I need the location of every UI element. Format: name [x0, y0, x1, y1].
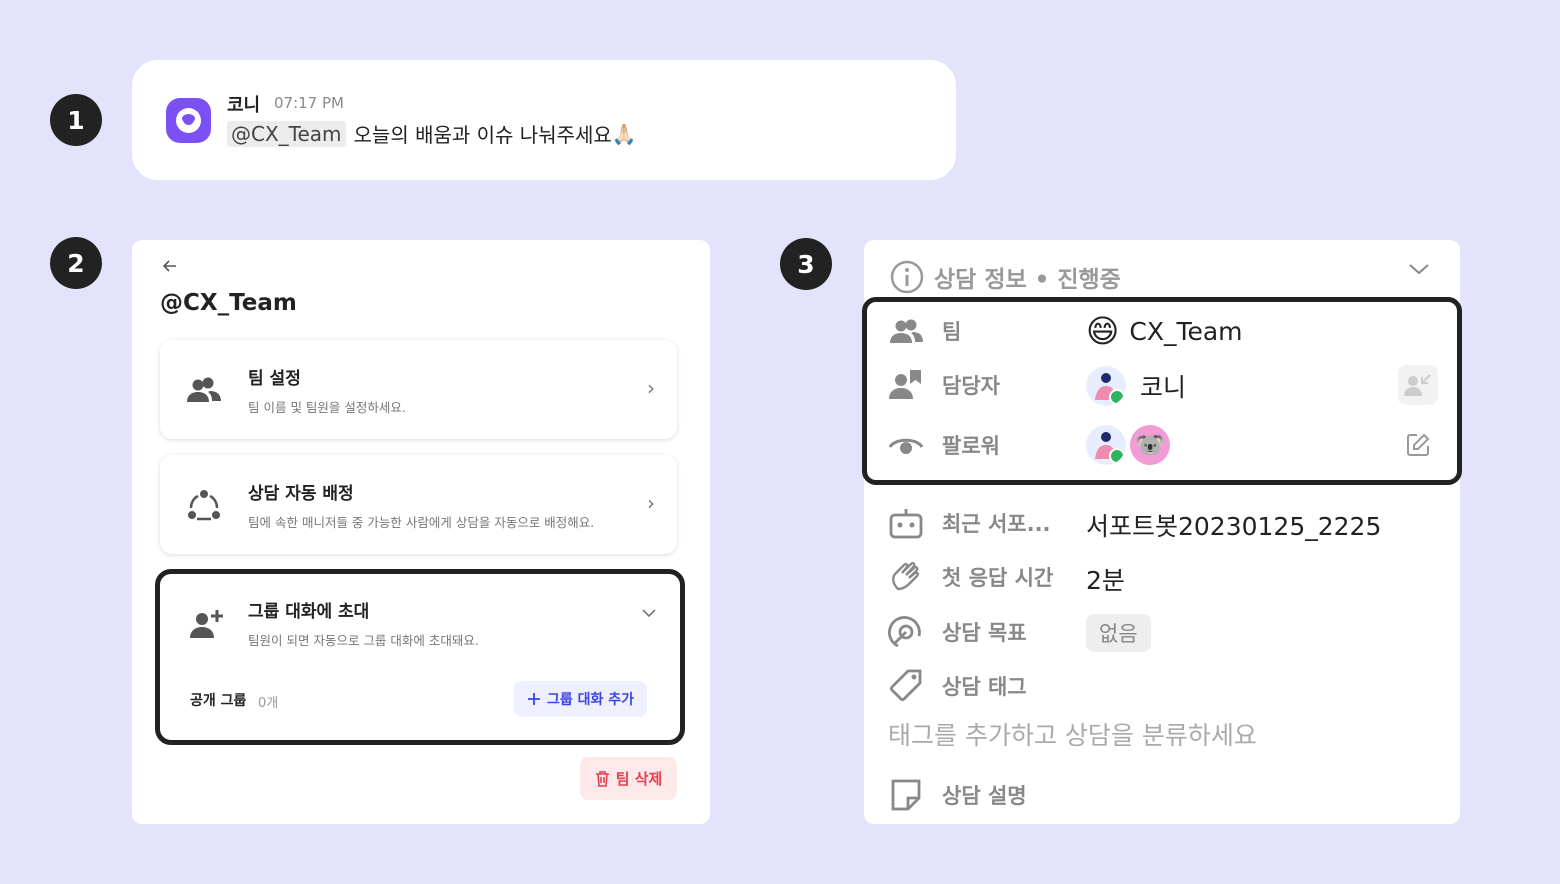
follower-label: 팔로워 [942, 434, 1000, 458]
team-mention[interactable]: @CX_Team [227, 120, 346, 147]
step-1-marker: 1 [50, 94, 102, 146]
description-row: 상담 설명 [888, 777, 1027, 813]
message-time: 07:17 PM [274, 94, 344, 112]
card-subtitle: 팀원이 되면 자동으로 그룹 대화에 초대돼요. [248, 633, 479, 648]
tag-hint[interactable]: 태그를 추가하고 상담을 분류하세요 [888, 716, 1257, 752]
delete-team-button[interactable]: 팀 삭제 [580, 757, 677, 800]
follower-koala-avatar: 🐨 [1130, 425, 1170, 465]
card-title: 팀 설정 [248, 369, 301, 389]
step-3-marker: 3 [780, 238, 832, 290]
people-icon [187, 377, 221, 402]
wave-hand-icon [892, 562, 919, 591]
team-settings-card[interactable]: 팀 설정 팀 이름 및 팀원을 설정하세요. › [160, 340, 677, 439]
message-body: @CX_Team 오늘의 배움과 이슈 나눠주세요 🙏🏻 [227, 119, 637, 148]
trash-icon [595, 771, 609, 787]
edit-icon [1407, 433, 1430, 456]
plus-icon [527, 693, 540, 705]
add-group-label: 그룹 대화 추가 [546, 692, 635, 708]
group-invite-card[interactable]: 그룹 대화에 초대 팀원이 되면 자동으로 그룹 대화에 초대돼요. 공개 그룹… [155, 569, 685, 745]
first-response-label: 첫 응답 시간 [942, 566, 1054, 590]
assignee-name: 코니 [1140, 373, 1187, 402]
recent-bot-row: 최근 서포... [888, 505, 1051, 541]
eye-icon [888, 438, 924, 454]
public-group-count: 0개 [258, 696, 279, 711]
add-person-icon [190, 610, 223, 638]
team-emoji: 😄 [1086, 312, 1120, 350]
assignee-avatar [1086, 366, 1126, 406]
goal-row: 상담 목표 [888, 614, 1027, 650]
delete-team-label: 팀 삭제 [615, 770, 663, 788]
assignee-label: 담당자 [942, 374, 1000, 398]
card-title: 그룹 대화에 초대 [248, 602, 370, 622]
assignee-value[interactable]: 코니 [1086, 366, 1186, 406]
recent-bot-value[interactable]: 서포트봇20230125_2225 [1086, 507, 1381, 543]
pray-emoji: 🙏🏻 [611, 121, 637, 146]
card-subtitle: 팀에 속한 매니저들 중 가능한 사람에게 상담을 자동으로 배정해요. [248, 515, 595, 530]
goal-value[interactable]: 없음 [1086, 614, 1151, 652]
chevron-right-icon: › [647, 491, 655, 515]
tag-icon [889, 669, 922, 702]
arrow-left-icon[interactable] [162, 258, 178, 274]
info-panel: 상담 정보 • 진행중 팀 😄 CX_Team 담당자 코니 팔로워 🐨 최근 … [862, 240, 1462, 824]
add-group-button[interactable]: 그룹 대화 추가 [514, 681, 647, 717]
goal-badge: 없음 [1086, 614, 1151, 652]
info-header-label: 상담 정보 • 진행중 [934, 267, 1121, 293]
bot-icon [889, 509, 923, 539]
first-response-value: 2분 [1086, 566, 1125, 595]
edit-followers-button[interactable] [1398, 425, 1438, 465]
step-2-marker: 2 [50, 237, 102, 289]
tag-label: 상담 태그 [942, 675, 1027, 699]
follower-avatar [1086, 425, 1126, 465]
assignee-row: 담당자 [888, 367, 1000, 403]
team-label: 팀 [942, 320, 962, 344]
team-title: @CX_Team [160, 290, 297, 316]
auto-assign-icon [188, 490, 220, 521]
unassign-person-icon [1404, 374, 1431, 396]
chevron-right-icon: › [647, 376, 655, 400]
message-text: 오늘의 배움과 이슈 나눠주세요 [353, 123, 612, 147]
card-title: 상담 자동 배정 [248, 484, 354, 504]
auto-assign-card[interactable]: 상담 자동 배정 팀에 속한 매니저들 중 가능한 사람에게 상담을 자동으로 … [160, 455, 677, 554]
goal-icon [888, 616, 921, 648]
follower-value[interactable]: 🐨 [1086, 425, 1170, 465]
unassign-button[interactable] [1398, 365, 1438, 405]
team-panel: @CX_Team 팀 설정 팀 이름 및 팀원을 설정하세요. › 상담 자동 … [132, 240, 710, 824]
assignee-icon [889, 370, 921, 399]
team-value[interactable]: 😄 CX_Team [1086, 312, 1243, 350]
message-card: 코니 07:17 PM @CX_Team 오늘의 배움과 이슈 나눠주세요 🙏🏻 [132, 60, 956, 180]
goal-label: 상담 목표 [942, 621, 1027, 645]
tag-row: 상담 태그 [888, 668, 1027, 704]
follower-row: 팔로워 [888, 427, 1000, 463]
team-name: CX_Team [1129, 316, 1243, 346]
first-response-row: 첫 응답 시간 [888, 559, 1053, 595]
people-icon [890, 319, 923, 343]
team-row: 팀 [888, 313, 961, 349]
info-icon [890, 260, 924, 294]
recent-bot-label: 최근 서포... [942, 512, 1051, 536]
public-group-label: 공개 그룹 [190, 693, 247, 709]
app-logo-icon [166, 98, 211, 143]
message-author: 코니 [227, 95, 261, 116]
description-label: 상담 설명 [942, 784, 1027, 808]
chevron-down-icon[interactable] [1408, 262, 1430, 276]
info-header[interactable]: 상담 정보 • 진행중 [890, 260, 1121, 294]
chevron-down-icon[interactable] [642, 608, 656, 618]
note-icon [891, 779, 921, 811]
card-subtitle: 팀 이름 및 팀원을 설정하세요. [248, 400, 406, 415]
